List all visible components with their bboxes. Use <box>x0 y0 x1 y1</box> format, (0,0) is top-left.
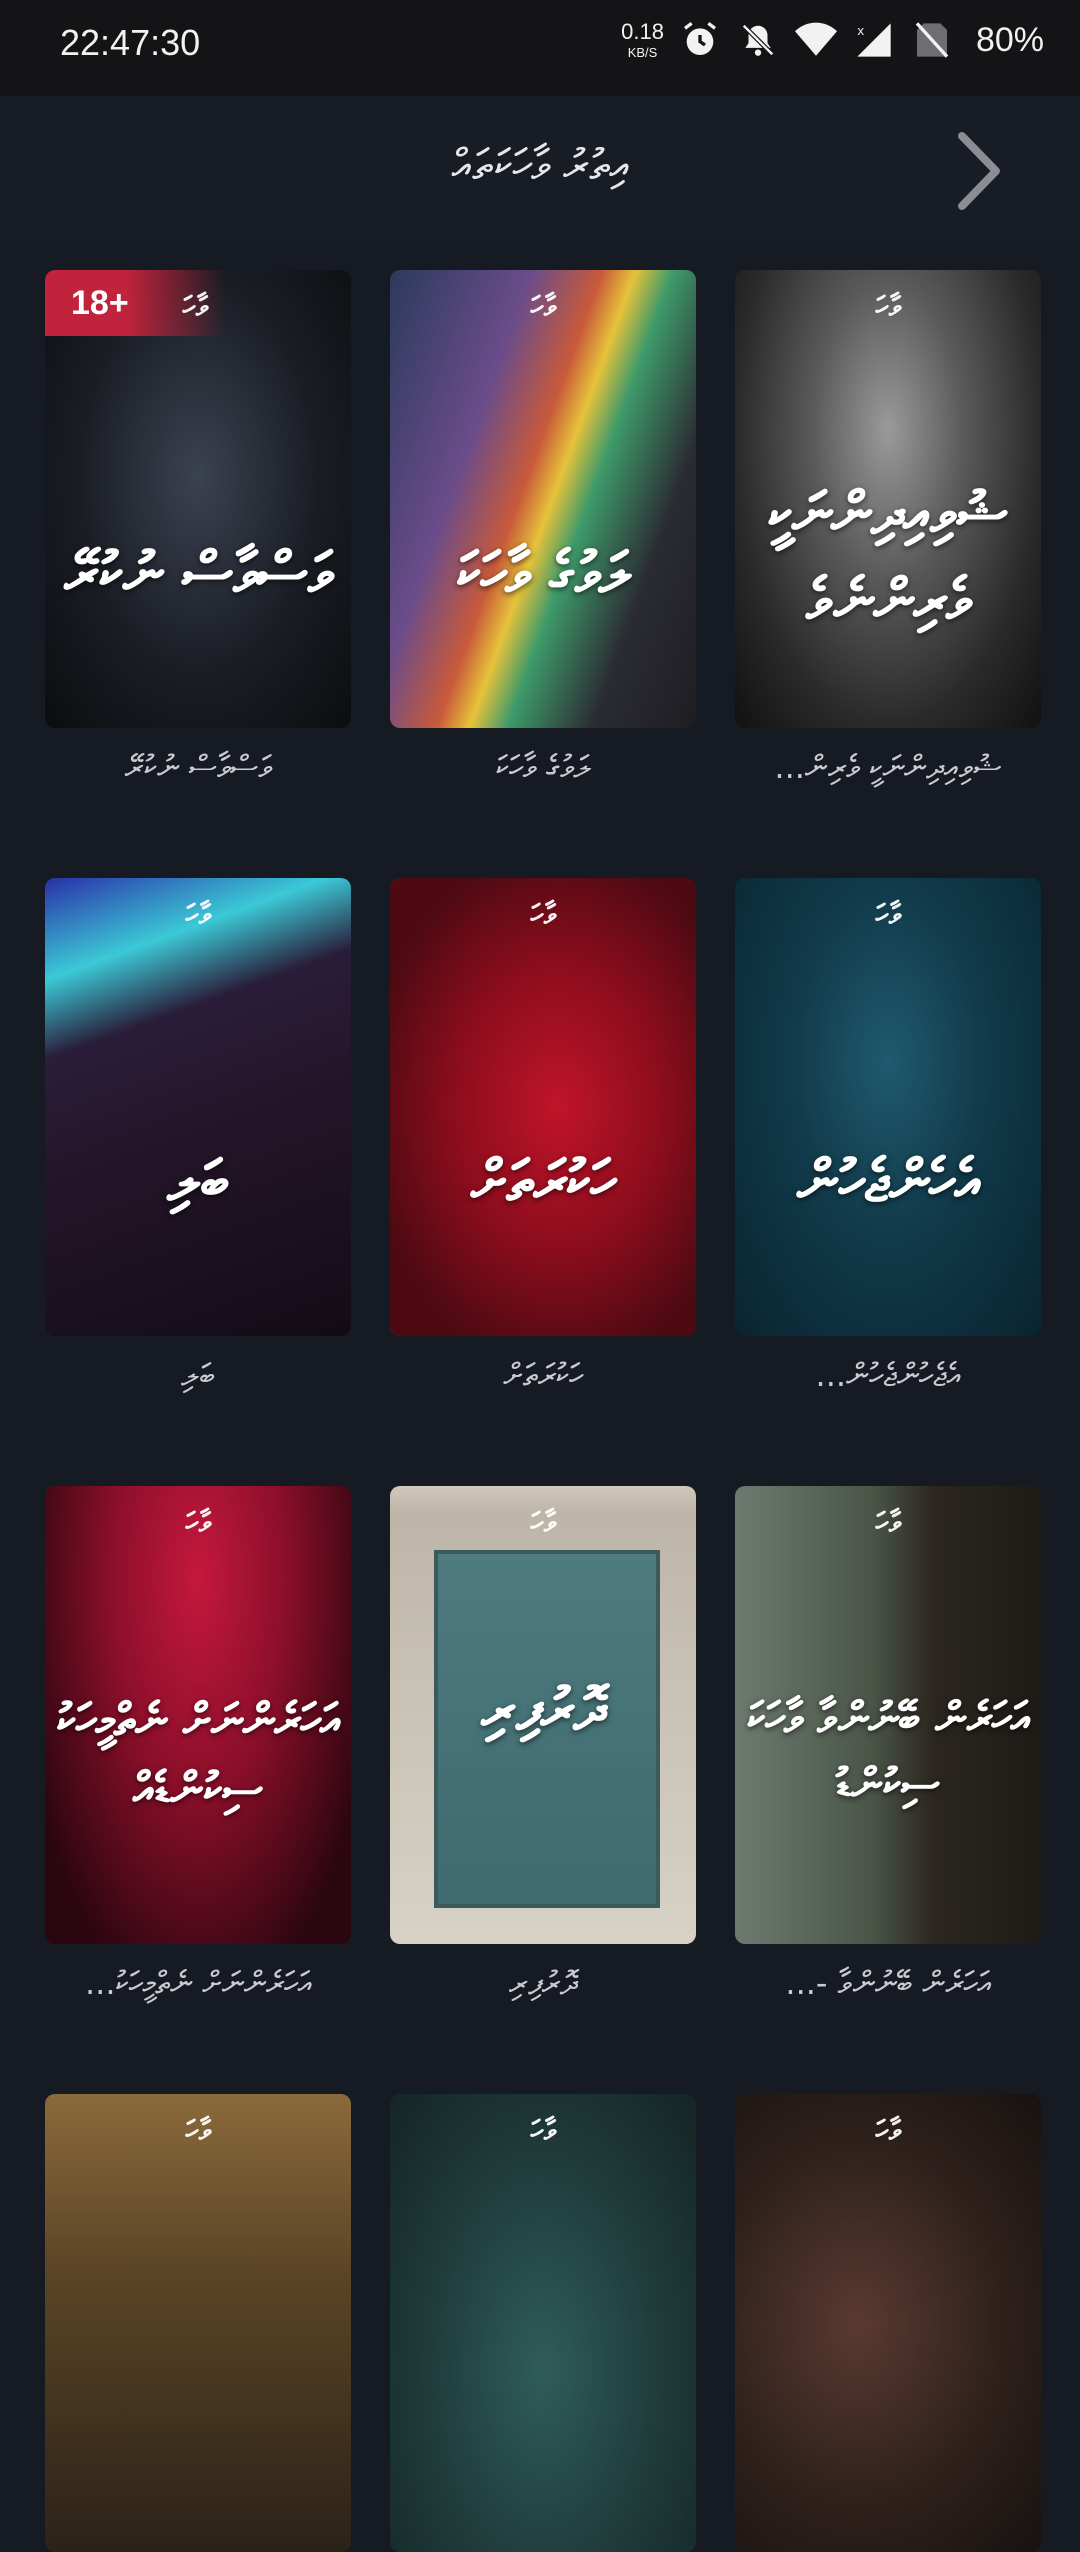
svg-text:x: x <box>857 23 864 38</box>
card-caption: ޝުވިއިދިންނަކީ ވެރިން... <box>774 748 1002 786</box>
card-overlay-title: ދޮރުފިރި <box>481 1675 605 1743</box>
battery-level: 80% <box>975 20 1044 59</box>
card-caption: އަހަރެން ބޭނުންވާ -... <box>785 1964 991 2002</box>
card-caption: ހަކުރަތަށް <box>503 1356 583 1394</box>
page-title: އިތުރު ވާހަކަތައް <box>451 140 629 191</box>
card-overlay-title: ޝުވިއިދިންނަކީ ވެރިންނެވެ <box>768 479 1008 634</box>
wifi-icon <box>794 18 838 62</box>
story-card[interactable]: ވާހަ އެހެންޖެހުން <box>735 878 1041 1336</box>
logo-icon: ވާހަ <box>875 1506 901 1539</box>
logo-icon: ވާހަ <box>875 290 901 323</box>
story-card[interactable]: ވާހަ ޝުވިއިދިންނަކީ ވެރިންނެވެ <box>735 270 1041 728</box>
card-caption: އަހަރެންނަށް ނެތްމީހަކު... <box>85 1964 311 2002</box>
story-card[interactable]: ވާހަ ދޮރުފިރި <box>390 1486 696 1944</box>
logo-icon: ވާހަ <box>530 898 556 931</box>
logo-icon: ވާހަ <box>185 2114 211 2147</box>
chevron-right-icon[interactable] <box>946 126 1016 216</box>
network-speed-unit: KB/S <box>627 45 658 60</box>
status-icons: 0.18 KB/S x 80% <box>621 18 1044 62</box>
logo-icon: ވާހަ <box>185 1506 211 1539</box>
logo-icon: ވާހަ <box>875 2114 901 2147</box>
card-caption: އެޖެހުންޖެހުން... <box>815 1356 961 1394</box>
card-overlay-title: އަހަރެން ބޭނުންވާ ވާހަކަ ސިކުންޑު <box>747 1693 1029 1810</box>
card-caption: ބަލި <box>181 1356 215 1394</box>
alarm-icon <box>678 18 722 62</box>
card-caption: ވަސްވާސް ނުކުރޭ <box>124 748 272 786</box>
signal-icon: x <box>852 18 896 62</box>
story-card[interactable]: ވާހަ <box>45 2094 351 2552</box>
logo-icon: ވާހަ <box>182 290 208 323</box>
network-speed: 0.18 KB/S <box>621 19 664 60</box>
card-overlay-title: އެހެންޖެހުން <box>797 1147 979 1215</box>
status-time: 22:47:30 <box>60 22 201 63</box>
logo-icon: ވާހަ <box>530 1506 556 1539</box>
story-card[interactable]: ވާހަ <box>735 2094 1041 2552</box>
header: އިތުރު ވާހަކަތައް <box>0 96 1080 246</box>
story-card[interactable]: ވާހަ އަހަރެންނަށް ނެތްމީހަކު ސިކުންޑެއް <box>45 1486 351 1944</box>
age-badge-label: 18+ <box>71 284 129 322</box>
status-bar: 22:47:30 0.18 KB/S x 80% <box>0 0 1080 96</box>
card-overlay-title: ބަލި <box>167 1147 229 1215</box>
logo-icon: ވާހަ <box>530 2114 556 2147</box>
story-card[interactable]: ވާހަ <box>390 2094 696 2552</box>
story-card[interactable]: 18+ ވާހަ ވަސްވާސް ނުކުރޭ <box>45 270 351 728</box>
no-sim-icon <box>910 18 954 62</box>
story-card[interactable]: ވާހަ ހަކުރަތަށް <box>390 878 696 1336</box>
story-card[interactable]: ވާހަ ބަލި <box>45 878 351 1336</box>
card-overlay-title: ވަސްވާސް ނުކުރޭ <box>64 539 332 607</box>
network-speed-value: 0.18 <box>621 19 664 44</box>
card-overlay-title: ލަވުގެ ވާހަކަ <box>456 539 630 607</box>
logo-icon: ވާހަ <box>530 290 556 323</box>
card-overlay-title: އަހަރެންނަށް ނެތްމީހަކު ސިކުންޑެއް <box>56 1693 340 1816</box>
logo-icon: ވާހަ <box>875 898 901 931</box>
logo-icon: ވާހަ <box>185 898 211 931</box>
card-caption: ދޮރުފިރި <box>509 1964 577 2002</box>
story-card[interactable]: ވާހަ ލަވުގެ ވާހަކަ <box>390 270 696 728</box>
card-caption: ލަވުގެ ވާހަކަ <box>495 748 591 786</box>
bell-off-icon <box>736 18 780 62</box>
story-card[interactable]: ވާހަ އަހަރެން ބޭނުންވާ ވާހަކަ ސިކުންޑު <box>735 1486 1041 1944</box>
card-overlay-title: ހަކުރަތަށް <box>470 1147 615 1215</box>
